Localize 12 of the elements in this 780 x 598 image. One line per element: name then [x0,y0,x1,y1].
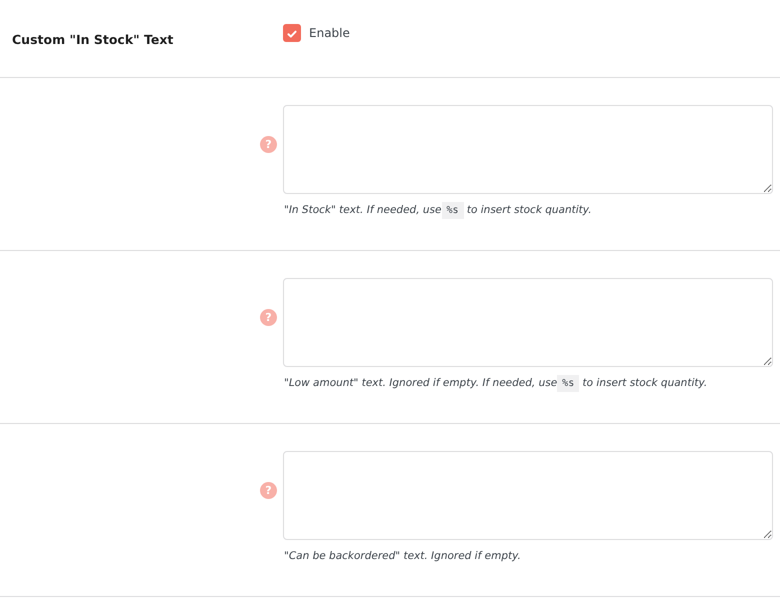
field-description: "In Stock" text. If needed, use %s to insert stock quantity. [284,204,773,216]
help-icon[interactable]: ? [260,309,277,326]
checkbox[interactable] [283,24,301,42]
enable-checkbox[interactable]: Enable [283,24,350,42]
help-icon[interactable]: ? [260,136,277,153]
field-description: "Low amount" text. Ignored if empty. If needed, use %s to insert stock quantity. [284,377,773,389]
text-area[interactable] [283,451,773,540]
text-area[interactable] [283,105,773,194]
text-area[interactable] [283,278,773,367]
help-icon[interactable]: ? [260,482,277,499]
setting-label: Custom "In Stock" Text [12,32,174,47]
field-description: "Can be backordered" text. Ignored if empty. [284,550,522,562]
